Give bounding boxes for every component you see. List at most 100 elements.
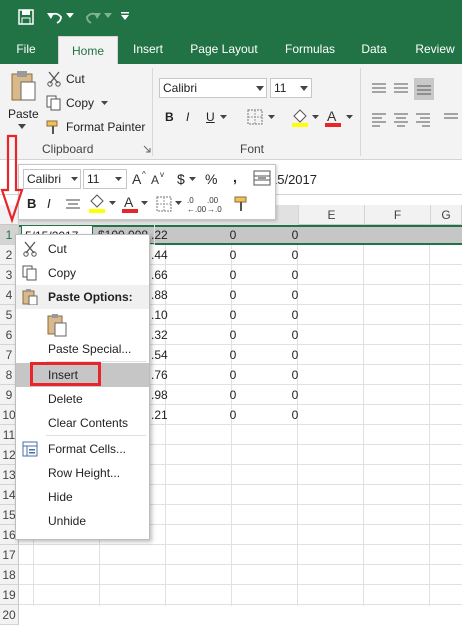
menu-item-cut[interactable]: Cut <box>16 237 149 261</box>
cell-c[interactable]: 0 <box>200 245 266 265</box>
undo-dropdown-icon[interactable] <box>66 13 74 19</box>
row-header-18[interactable]: 18 <box>0 565 19 585</box>
fill-color-icon[interactable] <box>290 108 310 128</box>
cut-button[interactable]: Cut <box>66 72 85 86</box>
copy-icon[interactable] <box>46 95 62 111</box>
paste-option-icon[interactable] <box>46 313 68 337</box>
cell-d[interactable]: 0 <box>262 385 328 405</box>
tab-page-layout[interactable]: Page Layout <box>182 34 266 64</box>
cell-b-fragment[interactable]: .98 <box>148 385 198 405</box>
cell-b-fragment[interactable]: .21 <box>148 405 198 425</box>
cell-d[interactable]: 0 <box>262 285 328 305</box>
cut-icon[interactable] <box>46 71 62 87</box>
cell-d[interactable]: 0 <box>262 245 328 265</box>
cell-c[interactable]: 0 <box>200 305 266 325</box>
save-icon[interactable] <box>18 9 34 25</box>
copy-dropdown-icon[interactable] <box>101 101 108 106</box>
underline-dropdown-icon[interactable] <box>220 115 227 120</box>
cell-d[interactable]: 0 <box>262 405 328 425</box>
menu-item-hide[interactable]: Hide <box>16 485 149 509</box>
menu-item-delete[interactable]: Delete <box>16 387 149 411</box>
mini-size-dropdown-icon[interactable] <box>115 177 122 182</box>
cell-d[interactable]: 0 <box>262 345 328 365</box>
paste-dropdown-icon[interactable] <box>18 124 26 130</box>
currency-dropdown-icon[interactable] <box>189 177 196 182</box>
cell-b-fragment[interactable]: .88 <box>148 285 198 305</box>
paste-icon[interactable] <box>10 70 36 102</box>
underline-button[interactable]: U <box>206 110 215 124</box>
row-header-20[interactable]: 20 <box>0 605 19 625</box>
currency-button[interactable]: $ <box>177 171 185 187</box>
paste-button[interactable]: Paste <box>8 107 39 121</box>
mini-fill-dropdown-icon[interactable] <box>109 201 116 206</box>
cell-c[interactable]: 0 <box>200 345 266 365</box>
tab-file[interactable]: File <box>6 34 46 64</box>
cell-c[interactable]: 0 <box>200 365 266 385</box>
cell-b-fragment[interactable]: .44 <box>148 245 198 265</box>
cell-c[interactable]: 0 <box>200 265 266 285</box>
clipboard-launcher-icon[interactable] <box>143 145 151 153</box>
format-painter-icon[interactable] <box>46 119 62 135</box>
column-header-f[interactable]: F <box>365 205 431 225</box>
cell-b-fragment[interactable]: .76 <box>148 365 198 385</box>
cell-c[interactable]: 0 <box>200 385 266 405</box>
mini-bold-button[interactable]: B <box>27 196 36 211</box>
menu-item-paste-special[interactable]: Paste Special... <box>16 337 149 361</box>
cell-d[interactable]: 0 <box>262 265 328 285</box>
cell-d[interactable]: 0 <box>262 325 328 345</box>
tab-insert[interactable]: Insert <box>124 34 172 64</box>
cell-b-fragment[interactable]: .66 <box>148 265 198 285</box>
column-header-g[interactable]: G <box>431 205 462 225</box>
grow-shrink-font-icons[interactable]: A ^ Av <box>131 169 169 189</box>
copy-button[interactable]: Copy <box>66 96 94 110</box>
mini-format-painter-icon[interactable] <box>233 195 251 213</box>
font-color-dropdown-icon[interactable] <box>346 115 353 120</box>
redo-dropdown-icon[interactable] <box>104 13 112 19</box>
cell-b-fragment[interactable]: .54 <box>148 345 198 365</box>
cell-c[interactable]: 0 <box>200 405 266 425</box>
italic-button[interactable]: I <box>186 110 189 124</box>
cell-c[interactable]: 0 <box>200 325 266 345</box>
mini-font-color-icon[interactable]: A <box>121 193 139 215</box>
mini-italic-button[interactable]: I <box>47 196 51 211</box>
font-size-dropdown-icon[interactable] <box>300 86 308 91</box>
qat-dropdown-icon[interactable] <box>120 11 130 21</box>
cell-d[interactable]: 0 <box>262 365 328 385</box>
tab-data[interactable]: Data <box>352 34 396 64</box>
cell-b-fragment[interactable]: .32 <box>148 325 198 345</box>
borders-icon[interactable] <box>246 108 264 126</box>
undo-icon[interactable] <box>46 9 64 25</box>
tab-review[interactable]: Review <box>408 34 462 64</box>
format-painter-button[interactable]: Format Painter <box>66 120 145 134</box>
percent-button[interactable]: % <box>205 171 217 187</box>
cell-d1[interactable]: 0 <box>262 225 328 245</box>
cell-b-fragment[interactable]: .10 <box>148 305 198 325</box>
tab-home[interactable]: Home <box>58 36 118 64</box>
mini-borders-icon[interactable] <box>155 195 173 213</box>
menu-item-format-cells[interactable]: Format Cells... <box>16 437 149 461</box>
font-color-icon[interactable]: A <box>324 108 342 128</box>
redo-icon[interactable] <box>84 9 102 25</box>
tab-formulas[interactable]: Formulas <box>278 34 342 64</box>
menu-item-unhide[interactable]: Unhide <box>16 509 149 533</box>
mini-borders-dropdown-icon[interactable] <box>175 201 182 206</box>
bold-button[interactable]: B <box>165 110 174 124</box>
cell-c1[interactable]: 0 <box>200 225 266 245</box>
cell-d[interactable]: 0 <box>262 305 328 325</box>
font-name-box[interactable]: Calibri <box>159 78 267 98</box>
decimal-icons[interactable]: .0←.00 .00→.0 <box>187 193 227 215</box>
menu-item-clear-contents[interactable]: Clear Contents <box>16 411 149 435</box>
mini-font-color-dropdown-icon[interactable] <box>141 201 148 206</box>
mini-fill-color-icon[interactable] <box>87 193 107 215</box>
menu-item-copy[interactable]: Copy <box>16 261 149 285</box>
cell-c[interactable]: 0 <box>200 285 266 305</box>
menu-item-row-height[interactable]: Row Height... <box>16 461 149 485</box>
column-header-e[interactable]: E <box>299 205 365 225</box>
row-header-19[interactable]: 19 <box>0 585 19 605</box>
font-name-dropdown-icon[interactable] <box>256 86 264 91</box>
merge-center-icon[interactable] <box>253 169 271 187</box>
mini-font-dropdown-icon[interactable] <box>71 177 78 182</box>
fill-color-dropdown-icon[interactable] <box>312 115 319 120</box>
center-align-icon[interactable] <box>65 197 81 213</box>
borders-dropdown-icon[interactable] <box>268 115 275 120</box>
